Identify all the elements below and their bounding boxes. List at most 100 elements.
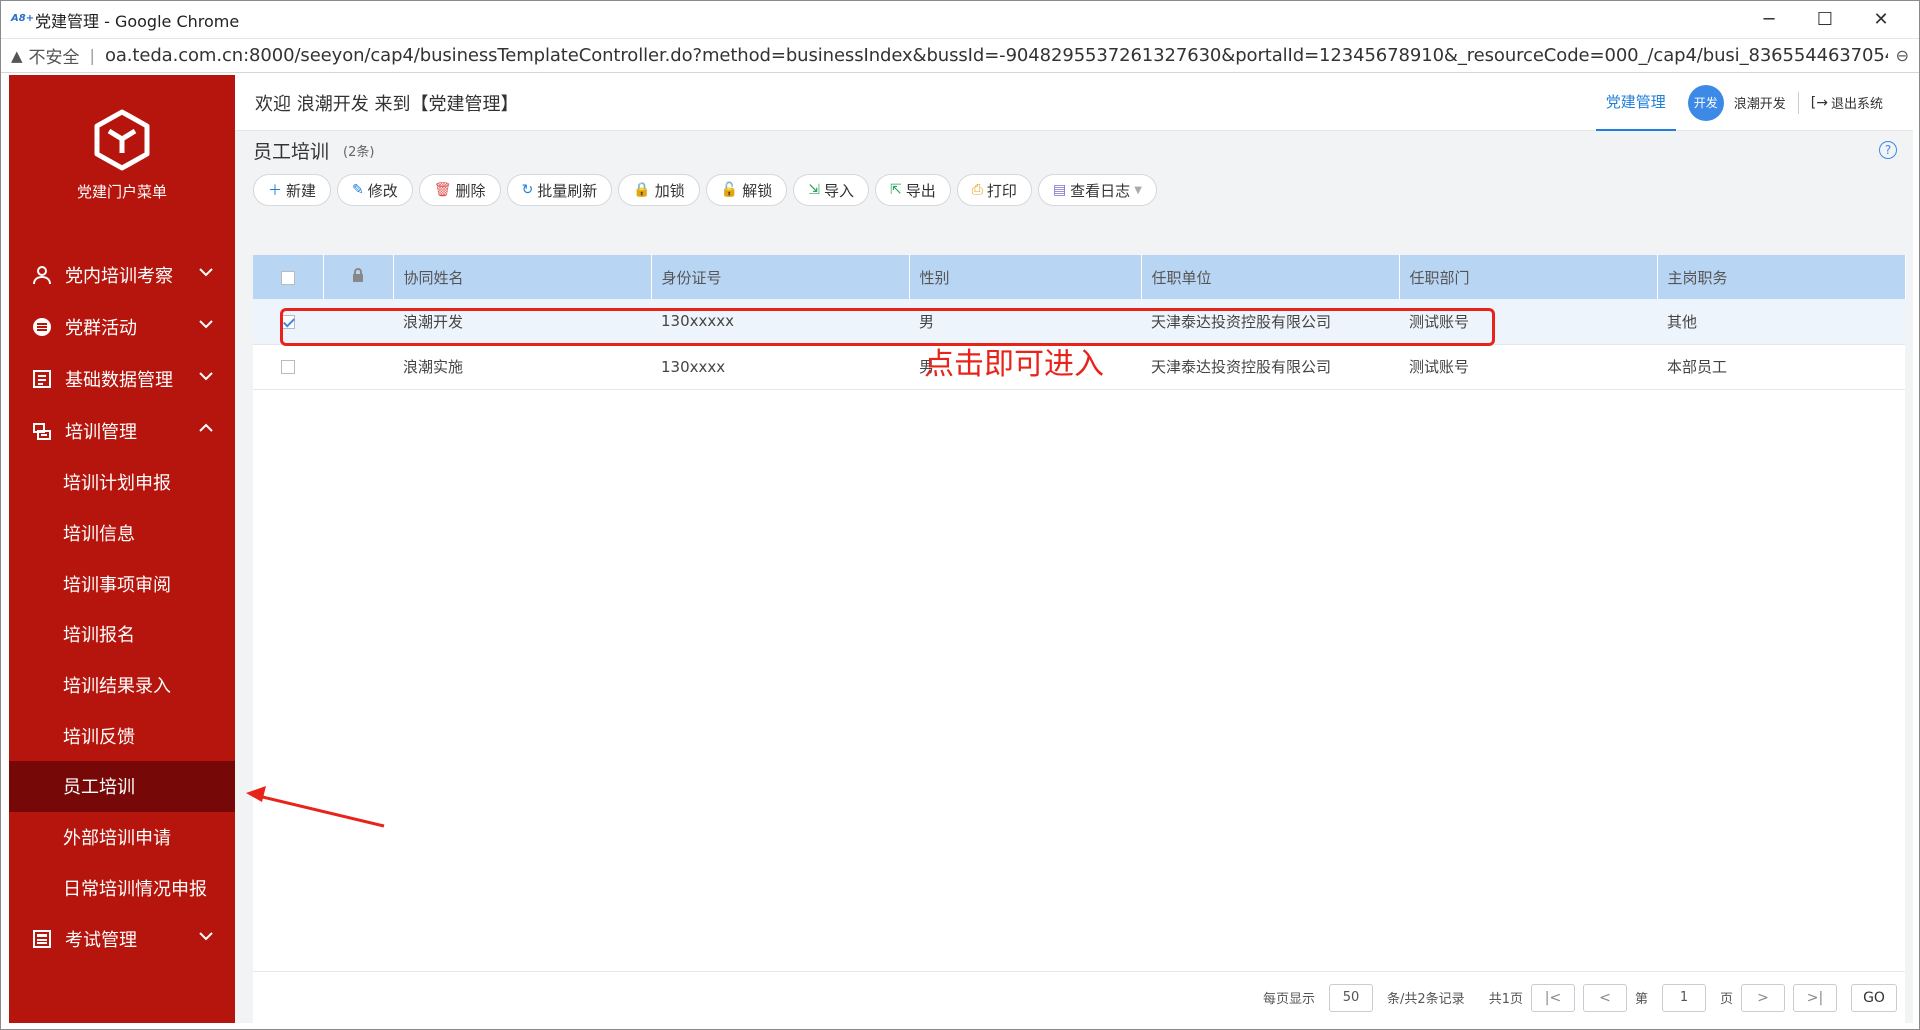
sidebar-group-label: 党群活动	[65, 318, 137, 339]
page-number-input[interactable]: 1	[1661, 983, 1706, 1012]
list-icon	[31, 316, 53, 338]
annotation-text: 点击即可进入	[924, 347, 1104, 382]
table-cell[interactable]: 浪潮开发	[393, 299, 651, 345]
sidebar-item-external-training[interactable]: 外部培训申请	[9, 812, 235, 863]
prev-page-icon[interactable]: <	[1582, 983, 1627, 1012]
batch-refresh-button[interactable]: ↻ 批量刷新	[506, 174, 613, 206]
per-page-select[interactable]: 50	[1329, 983, 1374, 1012]
column-header-employer[interactable]: 任职单位	[1141, 255, 1400, 299]
print-button[interactable]: ⎙ 打印	[956, 174, 1032, 206]
total-pages-label: 共1页	[1488, 992, 1523, 1007]
sidebar-group-exam-management[interactable]: 考试管理	[9, 913, 235, 965]
sidebar-group-training-management[interactable]: 培训管理	[9, 405, 235, 457]
go-button[interactable]: GO	[1851, 983, 1897, 1012]
button-label: 删除	[455, 181, 486, 200]
title-bar: A8+ 党建管理 - Google Chrome ─ ☐ ✕	[1, 1, 1919, 39]
table-cell[interactable]: 本部员工	[1657, 344, 1905, 390]
logout-button[interactable]: [→ 退出系统	[1811, 93, 1883, 113]
sidebar-item-daily-training[interactable]: 日常培训情况申报	[9, 863, 235, 914]
username[interactable]: 浪潮开发	[1734, 93, 1786, 112]
page-header: 员工培训 (2条)	[253, 131, 1905, 169]
table-cell[interactable]: 其他	[1657, 299, 1905, 345]
new-button[interactable]: ＋新建	[253, 174, 332, 206]
sidebar-item-training-feedback[interactable]: 培训反馈	[9, 710, 235, 761]
log-icon: ▤	[1052, 182, 1067, 198]
address-bar[interactable]: ▲ 不安全 | oa.teda.com.cn:8000/seeyon/cap4/…	[1, 39, 1919, 73]
chevron-down-icon	[199, 932, 213, 941]
plus-icon: ＋	[268, 183, 282, 199]
trash-icon: 🗑	[433, 182, 452, 198]
dropdown-caret-icon: ▼	[1134, 184, 1142, 196]
zoom-icon[interactable]: ⊖	[1896, 46, 1909, 65]
sidebar-group-label: 考试管理	[65, 930, 137, 952]
print-icon: ⎙	[971, 182, 983, 198]
sidebar: 党建门户菜单 党内培训考察 党群活动 基础数据管理 培训管理 培训计划申报 培训…	[9, 75, 235, 1023]
avatar[interactable]: 开发	[1687, 84, 1724, 121]
address-separator: |	[89, 46, 95, 65]
column-header-department[interactable]: 任职部门	[1399, 255, 1658, 299]
next-page-icon[interactable]: >	[1741, 983, 1785, 1012]
export-button[interactable]: ⇱ 导出	[874, 174, 951, 206]
sidebar-group-party-training[interactable]: 党内培训考察	[9, 249, 235, 301]
url-text[interactable]: oa.teda.com.cn:8000/seeyon/cap4/business…	[105, 45, 1888, 66]
page-title: 员工培训	[253, 140, 330, 163]
portal-logo[interactable]: 党建门户菜单	[9, 75, 235, 235]
pagination: 每页显示 50 条/共2条记录 共1页 |< < 第 1 页 > >| GO	[253, 971, 1905, 1023]
table-cell[interactable]: 测试账号	[1399, 344, 1657, 390]
table-cell[interactable]: 测试账号	[1399, 299, 1657, 345]
record-count: (2条)	[343, 144, 375, 160]
table-cell[interactable]: 天津泰达投资控股有限公司	[1141, 344, 1399, 390]
chevron-down-icon	[199, 372, 213, 381]
view-log-button[interactable]: ▤ 查看日志 ▼	[1037, 174, 1157, 206]
row-checkbox[interactable]	[281, 314, 295, 329]
column-header-name[interactable]: 协同姓名	[393, 255, 652, 299]
sidebar-group-party-activities[interactable]: 党群活动	[9, 301, 235, 353]
sidebar-item-employee-training[interactable]: 员工培训	[9, 761, 235, 812]
button-label: 加锁	[654, 181, 685, 200]
tab-party-management[interactable]: 党建管理	[1595, 75, 1676, 131]
table-cell[interactable]: 天津泰达投资控股有限公司	[1141, 299, 1399, 345]
table-cell[interactable]: 浪潮实施	[393, 344, 651, 390]
insecure-label[interactable]: 不安全	[29, 43, 80, 68]
chevron-up-icon	[199, 423, 213, 432]
column-header-gender[interactable]: 性别	[909, 255, 1142, 299]
import-button[interactable]: ⇲ 导入	[793, 174, 869, 206]
sidebar-group-label: 培训管理	[65, 422, 137, 443]
table-cell[interactable]: 130xxxx	[651, 344, 909, 390]
row-checkbox[interactable]	[281, 360, 295, 374]
sidebar-item-training-results[interactable]: 培训结果录入	[9, 660, 235, 711]
export-icon: ⇱	[889, 182, 902, 198]
browser-window: A8+ 党建管理 - Google Chrome ─ ☐ ✕ ▲ 不安全 | o…	[0, 0, 1920, 1030]
last-page-icon[interactable]: >|	[1793, 983, 1837, 1012]
table-row[interactable]: 浪潮开发 130xxxxx 男 天津泰达投资控股有限公司 测试账号 其他	[253, 299, 1905, 345]
minimize-button[interactable]: ─	[1741, 1, 1797, 39]
close-button[interactable]: ✕	[1853, 1, 1909, 39]
select-all-checkbox[interactable]	[280, 270, 295, 285]
button-label: 解锁	[742, 181, 773, 200]
total-records-label: 条/共2条记录	[1387, 992, 1465, 1007]
document-icon	[31, 368, 53, 390]
first-page-icon[interactable]: |<	[1530, 983, 1575, 1012]
sidebar-item-training-review[interactable]: 培训事项审阅	[9, 558, 235, 609]
sidebar-item-training-info[interactable]: 培训信息	[9, 508, 235, 559]
help-icon[interactable]: ?	[1879, 141, 1897, 159]
column-header-position[interactable]: 主岗职务	[1657, 255, 1906, 299]
sidebar-group-label: 党内培训考察	[65, 266, 173, 287]
app-area: 党建门户菜单 党内培训考察 党群活动 基础数据管理 培训管理 培训计划申报 培训…	[9, 75, 1913, 1023]
edit-button[interactable]: ✎ 修改	[337, 174, 413, 206]
lock-button[interactable]: 🔒 加锁	[618, 174, 700, 206]
toolbar: ＋新建 ✎ 修改 🗑 删除 ↻ 批量刷新 🔒 加锁 🔓 解锁 ⇲ 导入 ⇱ 导出 ⎙ 打印 ▤ 查看日志 ▼	[253, 169, 1905, 211]
warning-icon[interactable]: ▲	[11, 47, 23, 65]
sidebar-group-base-data[interactable]: 基础数据管理	[9, 353, 235, 405]
sidebar-item-training-signup[interactable]: 培训报名	[9, 609, 235, 660]
delete-button[interactable]: 🗑 删除	[418, 174, 501, 206]
unlock-button[interactable]: 🔓 解锁	[705, 174, 788, 206]
lock-cell	[323, 299, 393, 345]
table-cell[interactable]: 130xxxxx	[651, 299, 909, 345]
column-header-id-number[interactable]: 身份证号	[651, 255, 910, 299]
table-cell[interactable]: 男	[909, 299, 1141, 345]
maximize-button[interactable]: ☐	[1797, 1, 1853, 39]
grid-header-row: 协同姓名 身份证号 性别 任职单位 任职部门 主岗职务	[253, 255, 1906, 299]
lock-icon	[352, 268, 364, 286]
sidebar-item-training-plan[interactable]: 培训计划申报	[9, 457, 235, 508]
